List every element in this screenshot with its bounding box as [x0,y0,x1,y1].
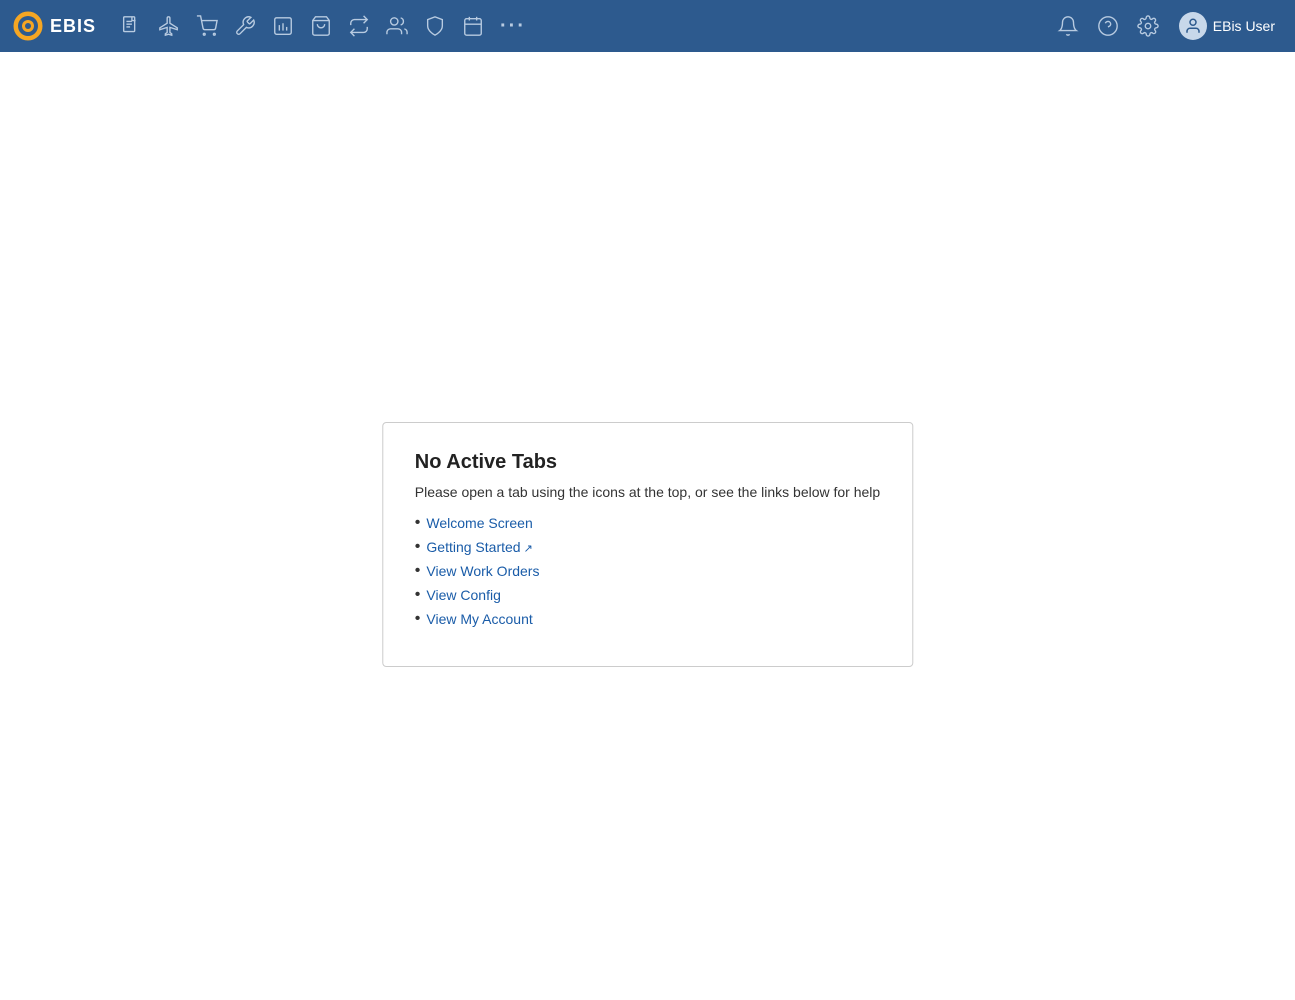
settings-button[interactable] [1131,11,1165,41]
list-item: View Work Orders [415,562,880,580]
list-item: Welcome Screen [415,514,880,532]
transfer-nav-button[interactable] [342,11,376,41]
nav-icons: ··· [114,11,532,42]
calendar-nav-button[interactable] [456,11,490,41]
cart-nav-button[interactable] [190,11,224,41]
no-tabs-title: No Active Tabs [415,451,880,474]
welcome-screen-link[interactable]: Welcome Screen [426,515,532,531]
flight-nav-button[interactable] [152,11,186,41]
view-config-link[interactable]: View Config [426,587,500,603]
getting-started-label: Getting Started [426,539,520,555]
navbar-right: EBis User [1051,8,1283,44]
getting-started-link[interactable]: Getting Started​↗ [426,539,532,555]
list-item: View My Account [415,610,880,628]
wrench-nav-button[interactable] [228,11,262,41]
app-name: EBIS [50,16,96,37]
user-name: EBis User [1213,18,1275,34]
no-tabs-description: Please open a tab using the icons at the… [415,484,880,500]
avatar [1179,12,1207,40]
document-nav-button[interactable] [114,11,148,41]
more-nav-button[interactable]: ··· [494,11,532,42]
navbar-left: EBIS [12,10,532,42]
view-my-account-link[interactable]: View My Account [426,611,532,627]
external-link-icon: ↗ [524,543,533,555]
no-tabs-card: No Active Tabs Please open a tab using t… [382,422,913,667]
no-tabs-links-list: Welcome Screen Getting Started​↗ View Wo… [415,514,880,628]
view-work-orders-link[interactable]: View Work Orders [426,563,539,579]
shield-nav-button[interactable] [418,11,452,41]
user-menu[interactable]: EBis User [1171,8,1283,44]
more-dots-icon: ··· [500,15,526,38]
help-button[interactable] [1091,11,1125,41]
report-nav-button[interactable] [266,11,300,41]
navbar: EBIS [0,0,1295,52]
users-nav-button[interactable] [380,11,414,41]
orders-nav-button[interactable] [304,11,338,41]
list-item: Getting Started​↗ [415,538,880,556]
ebis-logo-icon [12,10,44,42]
logo-area[interactable]: EBIS [12,10,96,42]
notifications-button[interactable] [1051,11,1085,41]
main-content: No Active Tabs Please open a tab using t… [0,52,1295,1000]
list-item: View Config [415,586,880,604]
